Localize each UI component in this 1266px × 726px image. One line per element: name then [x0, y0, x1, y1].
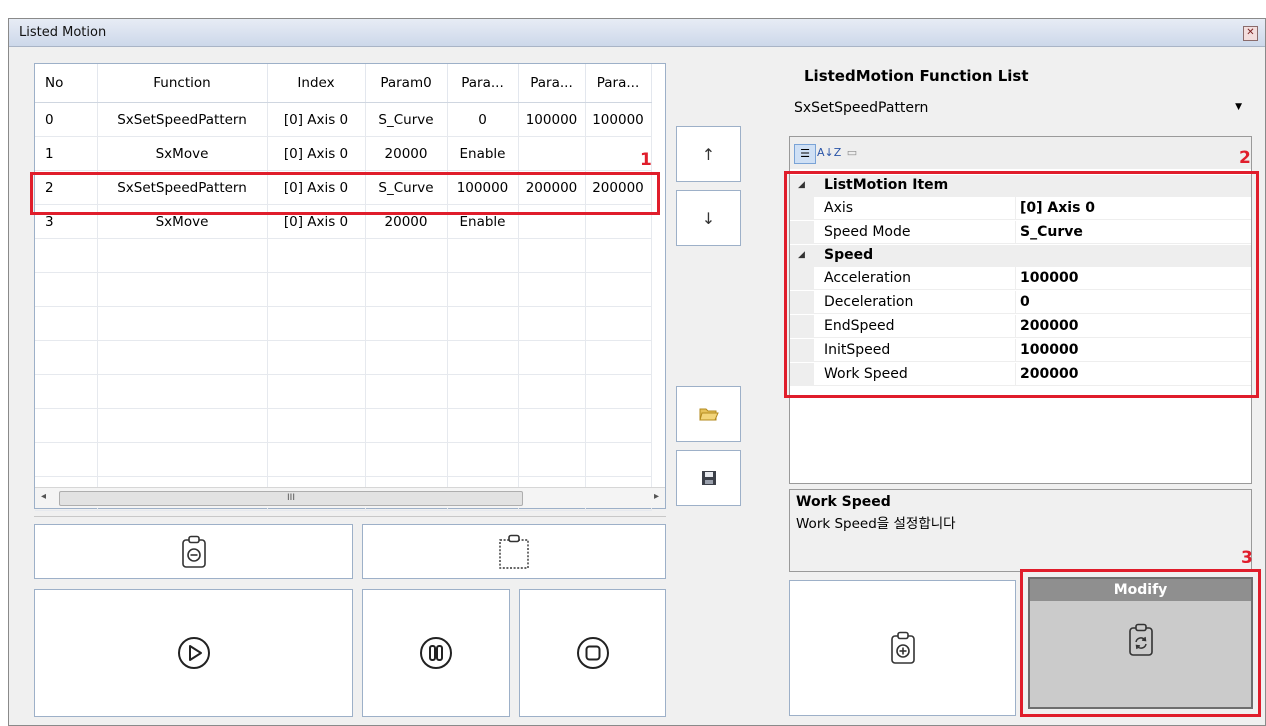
cell-param1: 0 — [447, 102, 519, 137]
divider — [34, 516, 666, 517]
stop-icon — [576, 637, 609, 669]
function-table: No Function Index Param0 Para... Para...… — [35, 64, 652, 511]
empty-row — [35, 340, 652, 375]
arrow-up-icon: ↑ — [701, 144, 716, 164]
column-header-no[interactable]: No — [35, 64, 98, 103]
scroll-thumb[interactable]: III — [59, 491, 523, 506]
clipboard-empty-icon — [499, 534, 529, 569]
empty-row — [35, 408, 652, 443]
table-row[interactable]: 1 SxMove [0] Axis 0 20000 Enable — [35, 136, 652, 171]
column-header-param2[interactable]: Para... — [518, 64, 586, 103]
window-titlebar[interactable]: Listed Motion ✕ — [9, 19, 1265, 47]
empty-row — [35, 442, 652, 477]
property-grid-toolbar: ☰ A↓Z ▭ — [790, 137, 1251, 169]
scroll-left-icon[interactable]: ◂ — [41, 491, 46, 502]
cell-index: [0] Axis 0 — [267, 136, 366, 171]
annotation-3: 3 — [1241, 548, 1253, 568]
column-header-function[interactable]: Function — [97, 64, 268, 103]
modify-label: Modify — [1030, 579, 1251, 601]
function-grid[interactable]: No Function Index Param0 Para... Para...… — [34, 63, 666, 511]
pause-icon — [420, 637, 452, 669]
empty-row — [35, 306, 652, 341]
folder-open-icon — [698, 408, 719, 421]
function-select-value: SxSetSpeedPattern — [794, 100, 929, 116]
add-item-button[interactable] — [789, 580, 1016, 716]
property-pages-icon[interactable]: ▭ — [842, 144, 862, 162]
play-icon — [177, 637, 210, 669]
cell-param3: 100000 — [585, 102, 652, 137]
column-header-index[interactable]: Index — [267, 64, 366, 103]
clipboard-refresh-icon — [1128, 623, 1153, 656]
column-header-param3[interactable]: Para... — [585, 64, 652, 103]
chevron-down-icon[interactable]: ▼ — [1235, 102, 1242, 112]
empty-row — [35, 374, 652, 409]
arrow-down-icon: ↓ — [701, 208, 716, 228]
cell-param0: 20000 — [365, 136, 448, 171]
clipboard-add-icon — [890, 631, 915, 664]
modify-button[interactable]: Modify — [1020, 569, 1261, 717]
annotation-1: 1 — [640, 150, 652, 170]
save-disk-icon — [701, 471, 716, 485]
close-icon[interactable]: ✕ — [1243, 26, 1258, 41]
description-title: Work Speed — [796, 494, 891, 510]
property-description: Work Speed Work Speed을 설정합니다 — [789, 489, 1252, 572]
cell-param1: Enable — [447, 136, 519, 171]
table-header-row: No Function Index Param0 Para... Para...… — [35, 64, 652, 103]
scroll-right-icon[interactable]: ▸ — [654, 491, 659, 502]
alphabetical-sort-icon[interactable]: A↓Z — [817, 144, 841, 162]
cell-param2 — [518, 136, 586, 171]
description-text: Work Speed을 설정합니다 — [796, 516, 956, 532]
cell-function: SxSetSpeedPattern — [97, 102, 268, 137]
horizontal-scrollbar[interactable]: ◂ III ▸ — [35, 487, 665, 508]
move-down-button[interactable]: ↓ — [676, 190, 741, 246]
remove-item-button[interactable] — [34, 524, 353, 579]
cell-param2: 100000 — [518, 102, 586, 137]
open-file-button[interactable] — [676, 386, 741, 442]
cell-index: [0] Axis 0 — [267, 102, 366, 137]
table-row[interactable]: 0 SxSetSpeedPattern [0] Axis 0 S_Curve 0… — [35, 102, 652, 137]
pause-button[interactable] — [362, 589, 510, 717]
cell-no: 0 — [35, 102, 98, 137]
clipboard-remove-icon — [181, 535, 206, 568]
modify-button-face[interactable]: Modify — [1028, 577, 1253, 709]
move-up-button[interactable]: ↑ — [676, 126, 741, 182]
empty-row — [35, 272, 652, 307]
cell-function: SxMove — [97, 136, 268, 171]
highlight-row-2 — [30, 172, 660, 215]
annotation-2: 2 — [1239, 148, 1251, 168]
empty-row — [35, 238, 652, 273]
play-button[interactable] — [34, 589, 353, 717]
function-list-title: ListedMotion Function List — [804, 67, 1029, 85]
function-select[interactable]: SxSetSpeedPattern ▼ — [788, 96, 1252, 124]
cell-param0: S_Curve — [365, 102, 448, 137]
highlight-properties — [784, 171, 1259, 398]
paste-item-button[interactable] — [362, 524, 666, 579]
column-header-param1[interactable]: Para... — [447, 64, 519, 103]
column-header-param0[interactable]: Param0 — [365, 64, 448, 103]
categorized-view-icon[interactable]: ☰ — [794, 144, 816, 164]
cell-no: 1 — [35, 136, 98, 171]
window-title: Listed Motion — [19, 25, 107, 40]
save-button[interactable] — [676, 450, 741, 506]
stop-button[interactable] — [519, 589, 666, 717]
